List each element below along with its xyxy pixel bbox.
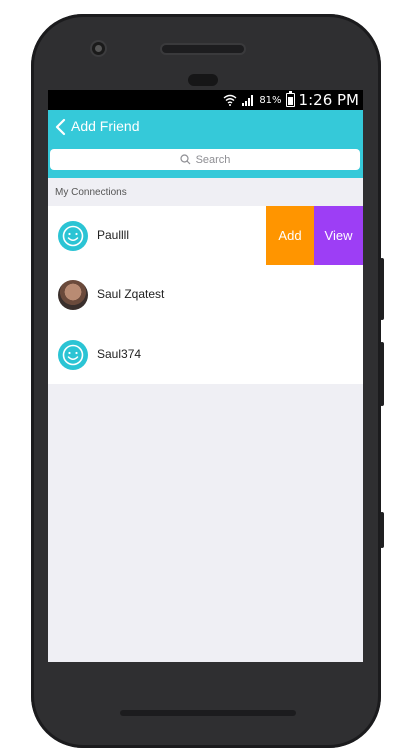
side-button [380,512,384,548]
smiley-avatar-icon [58,340,88,370]
add-label: Add [278,228,302,243]
battery-percent: 81% [259,94,282,106]
front-camera [92,42,105,55]
list-item[interactable]: Saul Zqatest [48,265,363,324]
search-input[interactable]: Search [50,149,360,170]
back-chevron-icon[interactable] [52,116,72,138]
user-photo-avatar [58,280,88,310]
add-button[interactable]: Add [266,206,314,265]
connections-list: Paullll Add View Saul Zqatest Saul374 [48,206,363,384]
smiley-avatar-icon [58,221,88,251]
page-title[interactable]: Add Friend [71,118,139,134]
search-placeholder: Search [195,153,231,166]
signal-icon [242,95,254,106]
list-item[interactable]: Saul374 [48,325,363,384]
screen: 81% 1:26 PM Add Friend Search My Connect… [48,90,363,662]
section-header: My Connections [48,178,363,206]
connection-name: Saul374 [97,347,142,361]
wifi-icon [223,94,237,106]
section-title: My Connections [55,187,127,198]
connection-name: Saul Zqatest [97,287,165,301]
view-button[interactable]: View [314,206,363,265]
view-label: View [324,228,353,243]
earpiece-speaker [162,45,244,53]
sensor [188,74,218,86]
list-item[interactable]: Paullll Add View [48,206,363,265]
nav-bar: Add Friend [48,110,363,146]
status-bar: 81% 1:26 PM [48,90,363,110]
power-button [380,342,384,406]
battery-icon [285,91,295,107]
bottom-speaker [120,710,296,716]
connection-name: Paullll [97,228,130,242]
status-icons: 81% 1:26 PM [223,91,359,109]
search-icon [179,154,190,165]
clock: 1:26 PM [298,91,359,109]
search-bar: Search [48,146,363,178]
volume-button [380,258,384,320]
